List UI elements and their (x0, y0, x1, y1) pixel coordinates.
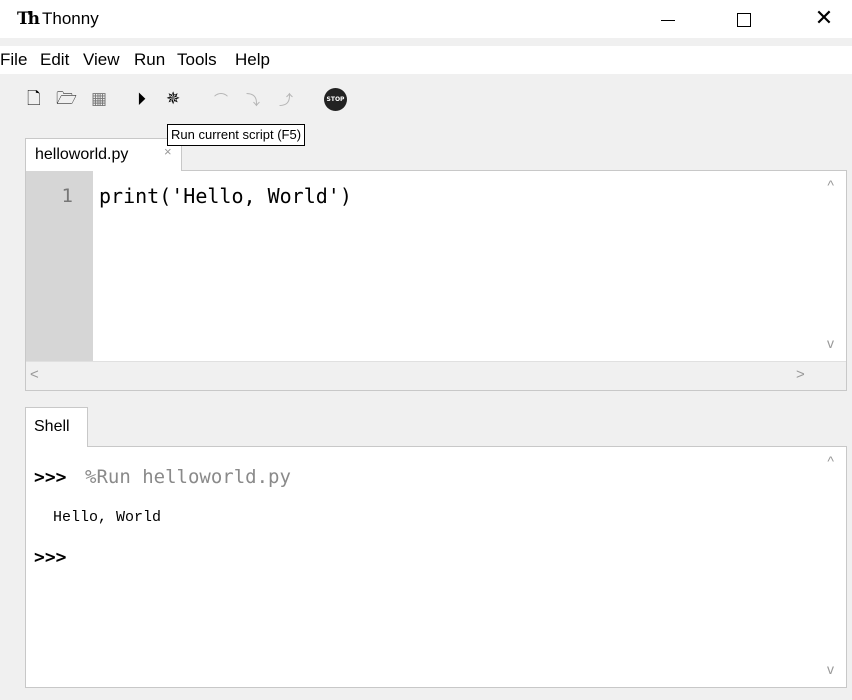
toolbar: 🗋 🗁 ▦ ⏵ ✵ ⌒ ⤵ ⤴ STOP (0, 78, 852, 122)
scroll-up-icon[interactable]: ^ (827, 453, 834, 469)
step-out-icon[interactable]: ⤴ (279, 93, 293, 110)
editor-tab-label: helloworld.py (35, 146, 129, 163)
shell-command: %Run helloworld.py (85, 466, 291, 488)
shell-output: Hello, World (53, 509, 162, 526)
menu-tools[interactable]: Tools (177, 50, 217, 70)
menu-help[interactable]: Help (235, 50, 270, 70)
debug-icon[interactable]: ✵ (166, 91, 180, 108)
shell-tab-label: Shell (34, 418, 70, 435)
maximize-icon (737, 13, 751, 28)
scroll-up-icon[interactable]: ^ (827, 177, 834, 193)
run-tooltip: Run current script (F5) (167, 124, 306, 146)
scroll-right-icon[interactable]: > (796, 366, 805, 383)
thonny-logo-icon: Th (17, 9, 40, 29)
menu-run[interactable]: Run (134, 50, 165, 70)
close-icon: ✕ (814, 6, 834, 31)
code-line[interactable]: print('Hello, World') (99, 184, 352, 208)
minimize-icon (661, 19, 675, 21)
window-title: Thonny (42, 9, 99, 28)
line-number-gutter: 1 (26, 171, 93, 362)
new-file-icon[interactable]: 🗋 (27, 91, 41, 108)
shell-prompt: >>> (34, 467, 67, 488)
code-editor[interactable]: 1 print('Hello, World') ^ v < > (25, 170, 847, 391)
scroll-down-icon[interactable]: v (827, 661, 834, 677)
scroll-left-icon[interactable]: < (30, 366, 39, 383)
stop-button[interactable]: STOP (324, 88, 347, 111)
title-bar: Th Thonny ✕ (0, 0, 852, 38)
menu-view[interactable]: View (83, 50, 120, 70)
line-number: 1 (61, 185, 73, 207)
step-over-icon[interactable]: ⌒ (214, 93, 228, 110)
tab-shell[interactable]: Shell (25, 407, 88, 447)
run-icon[interactable]: ⏵ (137, 91, 146, 109)
shell-console[interactable]: >>> %Run helloworld.py Hello, World >>> … (25, 446, 847, 688)
maximize-button[interactable] (716, 0, 772, 38)
horizontal-scrollbar[interactable]: < > (26, 361, 846, 390)
menu-bar: File Edit View Run Tools Help (0, 46, 852, 74)
minimize-button[interactable] (640, 0, 696, 38)
tab-helloworld[interactable]: helloworld.py × (25, 138, 182, 171)
shell-input-prompt[interactable]: >>> (34, 547, 67, 568)
close-button[interactable]: ✕ (796, 0, 852, 38)
menu-file[interactable]: File (0, 50, 27, 70)
save-file-icon[interactable]: ▦ (91, 91, 107, 108)
open-file-icon[interactable]: 🗁 (56, 91, 77, 108)
step-into-icon[interactable]: ⤵ (246, 93, 260, 110)
scroll-down-icon[interactable]: v (827, 335, 834, 351)
menu-edit[interactable]: Edit (40, 50, 69, 70)
tab-close-icon[interactable]: × (164, 144, 172, 159)
